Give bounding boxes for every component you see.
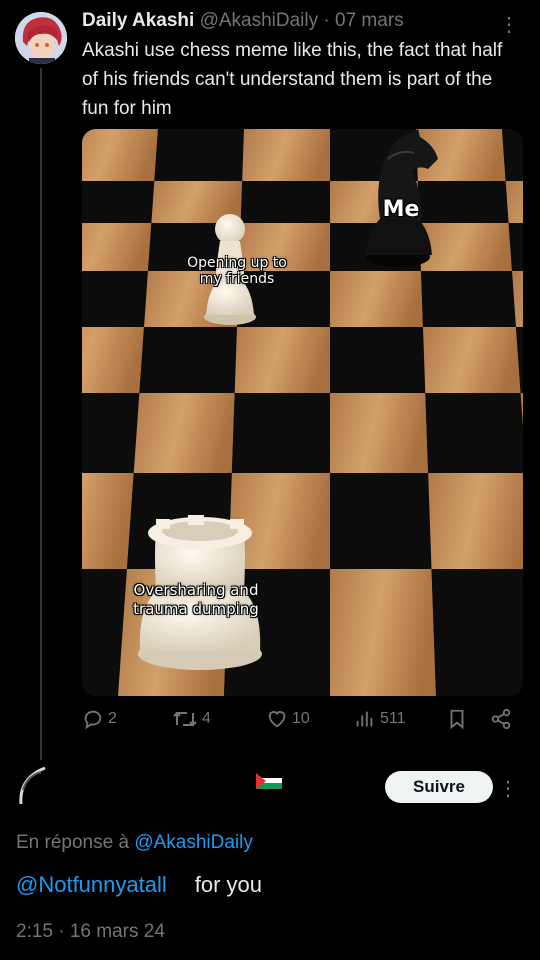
board-square (330, 271, 423, 327)
reply-icon (84, 710, 102, 730)
reply-body: for you (194, 872, 263, 897)
board-square (502, 129, 523, 181)
board-square (419, 223, 513, 271)
author-handle[interactable]: @AkashiDaily (200, 10, 319, 31)
tweet-actions: 2 4 10 511 (82, 708, 522, 738)
board-square (330, 569, 436, 696)
meme-caption-knight: Me (382, 197, 420, 222)
board-square (330, 327, 426, 393)
board-square (234, 327, 330, 393)
author-name[interactable]: Daily Akashi (82, 10, 194, 31)
board-square (242, 129, 330, 181)
more-icon[interactable]: ⋮ (499, 12, 519, 37)
board-square (82, 129, 158, 181)
views-count: 511 (380, 710, 406, 727)
retweet-icon (173, 711, 197, 727)
board-square (82, 327, 145, 393)
views-button[interactable]: 511 (354, 708, 406, 730)
reply-count: 2 (108, 710, 117, 727)
board-square (82, 181, 155, 223)
board-square (231, 393, 330, 473)
bookmark-button[interactable] (446, 708, 468, 730)
thread-line (40, 68, 42, 760)
separator: · (323, 10, 330, 31)
retweet-button[interactable]: 4 (172, 708, 211, 730)
retweet-count: 4 (202, 710, 211, 727)
share-button[interactable] (490, 708, 512, 730)
board-square (428, 473, 523, 569)
bookmark-icon (450, 709, 464, 730)
author-avatar[interactable] (15, 12, 67, 64)
follow-button[interactable]: Suivre (385, 771, 493, 803)
in-reply-prefix: En réponse à (16, 832, 130, 853)
board-square (133, 393, 235, 473)
board-square (240, 181, 330, 223)
views-icon (356, 711, 373, 727)
board-square (431, 569, 523, 696)
share-icon (491, 708, 511, 730)
like-count: 10 (292, 710, 310, 727)
board-square (505, 181, 523, 223)
palestine-flag-icon (256, 773, 282, 789)
board-square (82, 473, 134, 569)
board-square (82, 393, 140, 473)
tweet-text: Akashi use chess meme like this, the fac… (82, 40, 503, 119)
like-button[interactable]: 10 (266, 708, 310, 730)
board-square (139, 327, 238, 393)
reply-mention[interactable]: @Notfunnyatall (16, 872, 167, 897)
like-icon (268, 711, 286, 728)
board-square (422, 327, 521, 393)
board-square (421, 271, 516, 327)
reply-avatar[interactable] (15, 764, 67, 816)
board-square (82, 271, 148, 327)
board-square (82, 223, 152, 271)
tweet-header: Daily Akashi @AkashiDaily · 07 mars (82, 10, 520, 34)
meme-caption-rook: Oversharing and trauma dumping (133, 581, 259, 618)
in-reply-handle[interactable]: @AkashiDaily (134, 832, 253, 853)
board-square (417, 181, 509, 223)
tweet-media[interactable]: Opening up to my friends Me Oversharing … (82, 129, 523, 696)
reply-timestamp[interactable]: 2:15 · 16 mars 24 (16, 921, 165, 943)
tweet-date[interactable]: 07 mars (335, 10, 404, 31)
reply-text: @Notfunnyatall for you (16, 872, 262, 898)
more-icon[interactable]: ⋮ (498, 776, 518, 801)
board-square (330, 473, 432, 569)
board-square (425, 393, 523, 473)
meme-caption-pawn: Opening up to my friends (187, 255, 287, 287)
in-reply-to: En réponse à @AkashiDaily (16, 832, 253, 854)
board-square (330, 393, 429, 473)
board-square (154, 129, 244, 181)
reply-button[interactable]: 2 (82, 708, 117, 730)
